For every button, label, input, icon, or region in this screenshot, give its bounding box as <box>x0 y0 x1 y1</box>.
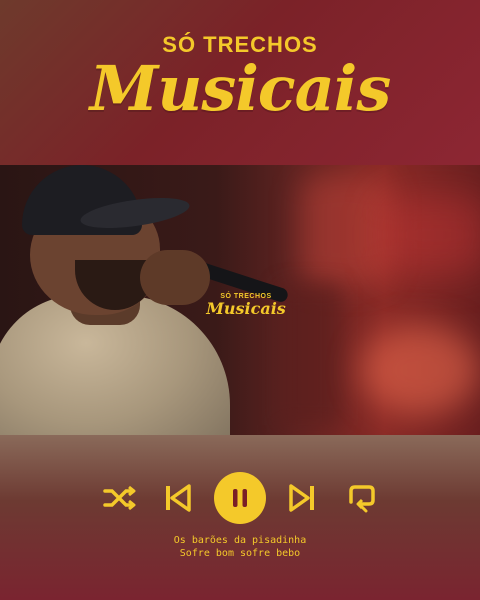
previous-button[interactable] <box>156 476 200 520</box>
repeat-button[interactable] <box>338 476 382 520</box>
background-light <box>360 325 480 415</box>
skip-next-icon <box>289 484 314 512</box>
shuffle-button[interactable] <box>98 476 142 520</box>
brand-main-text: Musicais <box>89 52 392 125</box>
track-title: Sofre bom sofre bebo <box>179 548 301 559</box>
watermark-main-text: Musicais <box>206 299 286 318</box>
repeat-one-icon <box>349 485 375 513</box>
singer-hand <box>140 250 210 305</box>
background-light <box>300 175 390 285</box>
track-info: Os barões da pisadinha Sofre bom sofre b… <box>0 534 480 560</box>
track-artist: Os barões da pisadinha <box>173 535 307 546</box>
video-watermark: SÓ TRECHOS Musicais <box>206 293 286 318</box>
pause-button[interactable] <box>214 472 266 524</box>
shuffle-icon <box>103 485 136 511</box>
next-button[interactable] <box>280 476 324 520</box>
background-shadow <box>280 285 340 425</box>
pause-icon <box>233 489 247 507</box>
background-light <box>380 195 480 275</box>
brand-logo: SÓ TRECHOS Musicais <box>0 32 480 125</box>
player-controls <box>0 468 480 528</box>
video-frame[interactable]: SÓ TRECHOS Musicais <box>0 165 480 435</box>
skip-previous-icon <box>166 484 191 512</box>
